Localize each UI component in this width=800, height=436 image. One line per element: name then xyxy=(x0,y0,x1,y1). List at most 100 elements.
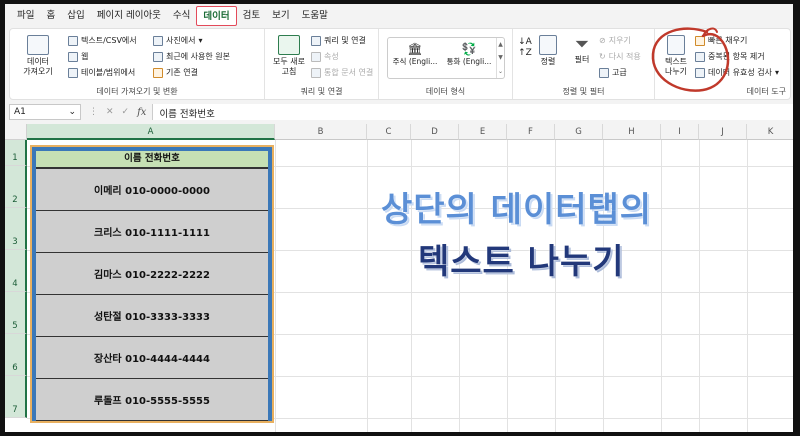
data-validation-button[interactable]: 데이터 유효성 검사 ▾ xyxy=(695,67,779,78)
clear-filter-icon: ⊘ xyxy=(599,36,606,45)
column-header-a[interactable]: A xyxy=(27,124,275,140)
filter-button[interactable]: ⏷ 필터 xyxy=(569,35,595,65)
row-header-5[interactable]: 5 xyxy=(5,292,27,334)
column-header-h[interactable]: H xyxy=(603,124,661,140)
row-header-2[interactable]: 2 xyxy=(5,166,27,208)
cancel-icon[interactable]: ✕ xyxy=(106,107,114,117)
insert-function-button[interactable]: fx xyxy=(137,107,146,118)
sort-az-button[interactable]: ↓A ↑Z xyxy=(517,37,533,59)
tab-page-layout[interactable]: 페이지 레이아웃 xyxy=(91,6,167,26)
tab-help[interactable]: 도움말 xyxy=(296,6,334,26)
column-header-k[interactable]: K xyxy=(747,124,793,140)
refresh-all-label: 모두 새로 고침 xyxy=(273,57,305,76)
selected-table-range[interactable]: 이름 전화번호 이메리 010-0000-0000 크리스 010-1111-11… xyxy=(30,145,274,423)
column-header-g[interactable]: G xyxy=(555,124,603,140)
tab-review[interactable]: 검토 xyxy=(237,6,266,26)
tab-file[interactable]: 파일 xyxy=(11,6,40,26)
table-cell[interactable]: 김마스 010-2222-2222 xyxy=(36,253,268,295)
row-header-6[interactable]: 6 xyxy=(5,334,27,376)
row-number: 2 xyxy=(12,195,18,205)
clear-filter-label: 지우기 xyxy=(608,36,631,45)
table-cell[interactable]: 장산타 010-4444-4444 xyxy=(36,337,268,379)
from-table-range-button[interactable]: 테이블/범위에서 xyxy=(68,67,135,78)
existing-connections-label: 기존 연결 xyxy=(166,68,198,77)
data-validation-label: 데이터 유효성 검사 xyxy=(708,68,772,77)
remove-duplicates-label: 중복된 항목 제거 xyxy=(708,52,765,61)
group-data-tools-label: 데이터 도구 xyxy=(746,87,786,96)
tab-insert[interactable]: 삽입 xyxy=(61,6,90,26)
existing-connections-button[interactable]: 기존 연결 xyxy=(153,67,198,78)
row-header-4[interactable]: 4 xyxy=(5,250,27,292)
tab-formulas[interactable]: 수식 xyxy=(167,6,196,26)
group-data-types-label: 데이터 형식 xyxy=(425,87,466,96)
row-number: 6 xyxy=(12,363,18,373)
text-to-columns-label: 텍스트 나누기 xyxy=(664,57,688,76)
connections-icon xyxy=(153,67,163,78)
row-number: 3 xyxy=(12,237,18,247)
gridline-vertical xyxy=(699,140,700,432)
column-header-b[interactable]: B xyxy=(275,124,367,140)
from-text-csv-button[interactable]: 텍스트/CSV에서 xyxy=(68,35,137,46)
reapply-button[interactable]: ↻ 다시 적용 xyxy=(599,51,641,62)
table-cell[interactable]: 성탄절 010-3333-3333 xyxy=(36,295,268,337)
data-validation-icon xyxy=(695,67,705,78)
from-picture-button[interactable]: 사진에서 ▾ xyxy=(153,35,202,46)
gallery-scroll[interactable]: ▲ ▼ ⌄ xyxy=(496,38,504,78)
worksheet-grid[interactable]: ABCDEFGHIJK 1 2 3 4 5 6 7 이름 전화번호 이메리 010-0000… xyxy=(5,124,793,432)
gridline-vertical xyxy=(747,140,748,432)
table-cell[interactable]: 이메리 010-0000-0000 xyxy=(36,169,268,211)
refresh-all-button[interactable]: 모두 새로 고침 xyxy=(269,35,309,77)
advanced-filter-icon xyxy=(599,67,609,78)
recent-sources-button[interactable]: 최근에 사용한 원본 xyxy=(153,51,230,62)
row-header-1[interactable]: 1 xyxy=(5,140,27,166)
currencies-button[interactable]: 💱 통화 (Engli... xyxy=(442,38,496,78)
row-number: 1 xyxy=(12,153,18,163)
caption-line-1: 상단의 데이터탭의 xyxy=(381,190,653,230)
row-header-3[interactable]: 3 xyxy=(5,208,27,250)
reapply-label: 다시 적용 xyxy=(608,52,641,61)
column-header-c[interactable]: C xyxy=(367,124,411,140)
table-header-cell[interactable]: 이름 전화번호 xyxy=(36,151,268,169)
remove-duplicates-button[interactable]: 중복된 항목 제거 xyxy=(695,51,765,62)
stocks-button[interactable]: 🏛 주식 (Engli... xyxy=(388,38,442,78)
sort-icon xyxy=(539,35,557,55)
properties-button[interactable]: 속성 xyxy=(311,51,339,62)
more-options-icon[interactable]: ⋮ xyxy=(89,107,98,117)
name-box[interactable]: A1 ⌄ xyxy=(9,104,81,120)
column-header-d[interactable]: D xyxy=(411,124,459,140)
table-cell[interactable]: 루돌프 010-5555-5555 xyxy=(36,379,268,421)
database-icon xyxy=(27,35,49,55)
column-header-e[interactable]: E xyxy=(459,124,507,140)
queries-connections-label: 쿼리 및 연결 xyxy=(324,36,366,45)
tab-data[interactable]: 데이터 xyxy=(196,6,237,26)
properties-icon xyxy=(311,51,321,62)
menu-bar: 파일 홈 삽입 페이지 레이아웃 수식 데이터 검토 보기 도움말 xyxy=(5,4,793,28)
row-header-7[interactable]: 7 xyxy=(5,376,27,418)
flash-fill-button[interactable]: 빠른 채우기 xyxy=(695,35,747,46)
tab-view[interactable]: 보기 xyxy=(266,6,295,26)
sort-button[interactable]: 정렬 xyxy=(535,35,561,67)
queries-icon xyxy=(311,35,321,46)
table-cell[interactable]: 크리스 010-1111-1111 xyxy=(36,211,268,253)
tab-home[interactable]: 홈 xyxy=(40,6,61,26)
confirm-icon[interactable]: ✓ xyxy=(122,107,130,117)
column-header-i[interactable]: I xyxy=(661,124,699,140)
currency-icon: 💱 xyxy=(461,42,477,56)
remove-duplicates-icon xyxy=(695,51,705,62)
text-to-columns-button[interactable]: 텍스트 나누기 xyxy=(661,35,691,77)
column-header-j[interactable]: J xyxy=(699,124,747,140)
workbook-links-button[interactable]: 통합 문서 연결 xyxy=(311,67,373,78)
chevron-down-icon: ▾ xyxy=(774,68,779,77)
sort-label: 정렬 xyxy=(540,57,556,66)
column-header-f[interactable]: F xyxy=(507,124,555,140)
advanced-filter-button[interactable]: 고급 xyxy=(599,67,627,78)
select-all-button[interactable] xyxy=(5,124,27,140)
get-data-button[interactable]: 데이터 가져오기 xyxy=(16,35,60,77)
queries-connections-button[interactable]: 쿼리 및 연결 xyxy=(311,35,366,46)
from-web-button[interactable]: 웹 xyxy=(68,51,88,62)
group-data-tools: 텍스트 나누기 빠른 채우기 중복된 항목 제거 데이터 유효성 검사 ▾ 데이터… xyxy=(655,29,790,99)
get-data-label: 데이터 가져오기 xyxy=(23,57,53,76)
clear-filter-button[interactable]: ⊘ 지우기 xyxy=(599,35,631,46)
formula-input[interactable]: 이름 전화번호 xyxy=(152,104,793,120)
row-number: 5 xyxy=(12,321,18,331)
